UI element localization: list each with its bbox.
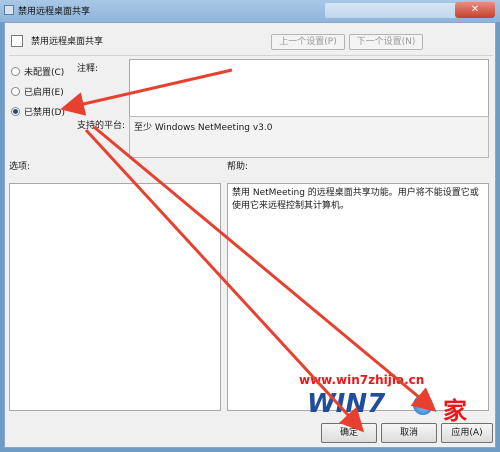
arrow-to-ok-button-icon	[93, 125, 437, 412]
arrow-to-ok-button-icon	[84, 128, 365, 433]
annotation-overlay	[60, 68, 437, 433]
arrow-to-disabled-icon	[60, 68, 233, 116]
